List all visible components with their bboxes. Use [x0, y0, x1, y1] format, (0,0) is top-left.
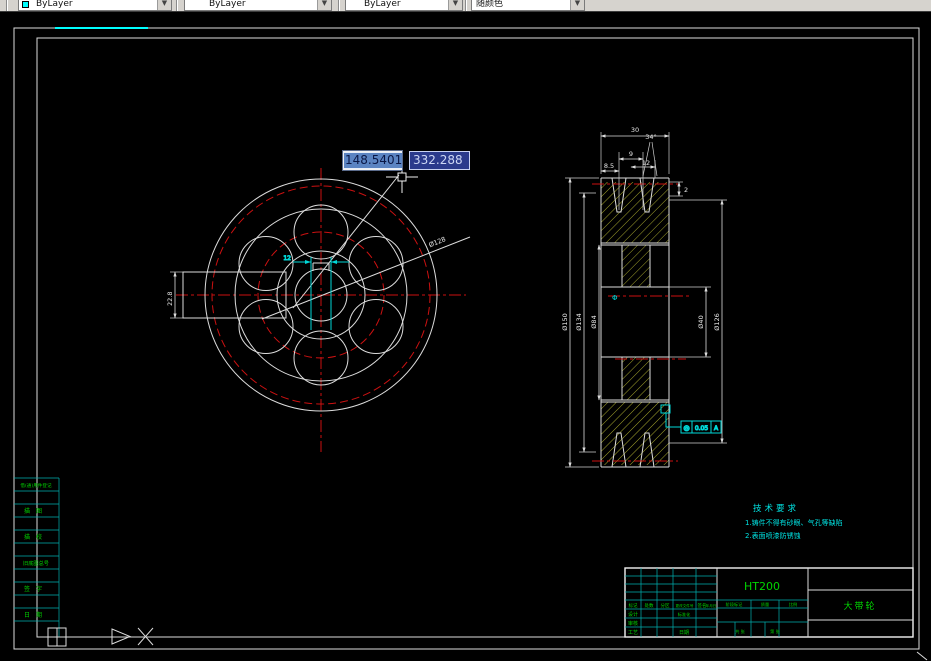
toolbar-separator	[6, 0, 8, 11]
datum-mark[interactable]: Φ	[612, 294, 618, 302]
tb-field-page: 第 张	[770, 628, 781, 635]
dynamic-input-angle-field[interactable]: 332.288	[409, 151, 470, 170]
tb-header-count: 处数	[645, 602, 654, 609]
keyway-width-text[interactable]: 12	[283, 255, 292, 263]
bolt-circle-dimension-line[interactable]	[261, 236, 471, 320]
strip-label: 描校	[24, 533, 48, 541]
groove-land-text[interactable]: 2	[684, 186, 688, 194]
toolbar-separator	[176, 0, 178, 11]
tech-notes-line[interactable]: 1.铸件不得有砂眼、气孔等缺陷	[745, 518, 843, 527]
tb-header-date: 年月日	[706, 603, 717, 608]
tb-header-changedoc: 更改文件号	[676, 603, 694, 608]
cad-drawing-area[interactable]: ByLayer ▼ ByLayer ▼ ByLayer ▼ 随颜色 ▼ 148.…	[0, 0, 931, 661]
front-view[interactable]: Ø128 22.8 12	[166, 168, 471, 452]
lineweight-combobox-value: ByLayer	[364, 0, 401, 9]
chevron-down-icon[interactable]: ▼	[157, 0, 171, 10]
groove-pitch-text[interactable]: 12	[642, 159, 650, 167]
color-combobox[interactable]: ByLayer ▼	[18, 0, 172, 11]
frame-bottom-marks	[47, 627, 928, 661]
tech-notes-line[interactable]: 2.表面喷漆防锈蚀	[745, 531, 801, 540]
dynamic-input-angle-value: 332.288	[413, 153, 463, 167]
groove-angle-text[interactable]: 34°	[645, 133, 657, 141]
linetype-combobox-value: ByLayer	[209, 0, 246, 9]
color-swatch-icon	[22, 1, 29, 8]
tb-part-name[interactable]: 大带轮	[843, 600, 876, 612]
tb-header-zone: 分区	[661, 602, 670, 609]
tb-field-sheets: 共 张	[735, 628, 746, 635]
tolerance-value: 0.05	[695, 425, 709, 432]
strip-label: 签字	[24, 585, 48, 593]
lineweight-combobox[interactable]: ByLayer ▼	[345, 0, 463, 11]
outer-dia-text[interactable]: Ø150	[561, 313, 569, 331]
tb-header-mark: 标记	[629, 602, 638, 609]
groove-top-width-text[interactable]: 9	[629, 150, 633, 158]
linetype-combobox[interactable]: ByLayer ▼	[184, 0, 332, 11]
keyway-height-text[interactable]: 22.8	[166, 292, 174, 306]
tb-field-mass: 质量	[761, 601, 769, 608]
properties-toolbar: ByLayer ▼ ByLayer ▼ ByLayer ▼ 随颜色 ▼	[0, 0, 931, 12]
tb-material[interactable]: HT200	[744, 580, 780, 593]
plotstyle-combobox-value: 随颜色	[476, 0, 504, 9]
tb-role-design: 设计	[628, 611, 638, 618]
width-dim-text[interactable]: 30	[631, 126, 639, 134]
technical-notes[interactable]: 技术要求 1.铸件不得有砂眼、气孔等缺陷 2.表面喷漆防锈蚀	[745, 503, 843, 540]
strip-label: 日期	[24, 611, 48, 619]
tolerance-datum: A	[714, 425, 719, 432]
chevron-down-icon[interactable]: ▼	[317, 0, 331, 10]
tb-field-stage: 阶段标记	[726, 601, 744, 608]
section-hatch	[601, 182, 669, 465]
toolbar-separator	[465, 0, 467, 11]
tolerance-symbol: ◎	[683, 424, 689, 432]
color-combobox-value: ByLayer	[36, 0, 73, 9]
dynamic-input-length-field[interactable]: 148.5401	[342, 150, 404, 171]
tb-role-review: 审核	[628, 620, 638, 627]
edge-offset-text[interactable]: 8.5	[604, 162, 614, 170]
drawing-frame[interactable]	[13, 27, 920, 650]
section-view[interactable]: Φ	[592, 177, 692, 468]
tb-role-date: 日期	[679, 630, 689, 636]
strip-label: 借(通)用件登记	[20, 482, 52, 489]
dynamic-input-length-value: 148.5401	[344, 153, 404, 168]
chevron-down-icon[interactable]: ▼	[448, 0, 462, 10]
toolbar-separator	[338, 0, 340, 11]
title-block[interactable]: 标记 处数 分区 更改文件号 签名 年月日 设计 审核 工艺 标准化 日期 HT…	[624, 567, 914, 638]
tech-notes-title[interactable]: 技术要求	[753, 503, 799, 514]
plotstyle-combobox[interactable]: 随颜色 ▼	[471, 0, 585, 11]
hub-dia-text[interactable]: Ø84	[590, 315, 598, 328]
strip-label: 描图	[24, 507, 48, 515]
tb-role-standard: 标准化	[678, 611, 691, 618]
tb-role-process: 工艺	[628, 630, 638, 636]
strip-label: 旧底图总号	[23, 559, 49, 567]
chevron-down-icon[interactable]: ▼	[570, 0, 584, 10]
bore-dia-text[interactable]: Ø40	[697, 315, 705, 328]
pitch-dia-text[interactable]: Ø134	[575, 313, 583, 331]
tolerance-frame[interactable]: ◎ 0.05 A	[660, 404, 722, 434]
tb-field-scale: 比例	[789, 601, 797, 608]
rim-inner-dia-text[interactable]: Ø126	[713, 313, 721, 331]
pickbox	[397, 172, 407, 182]
